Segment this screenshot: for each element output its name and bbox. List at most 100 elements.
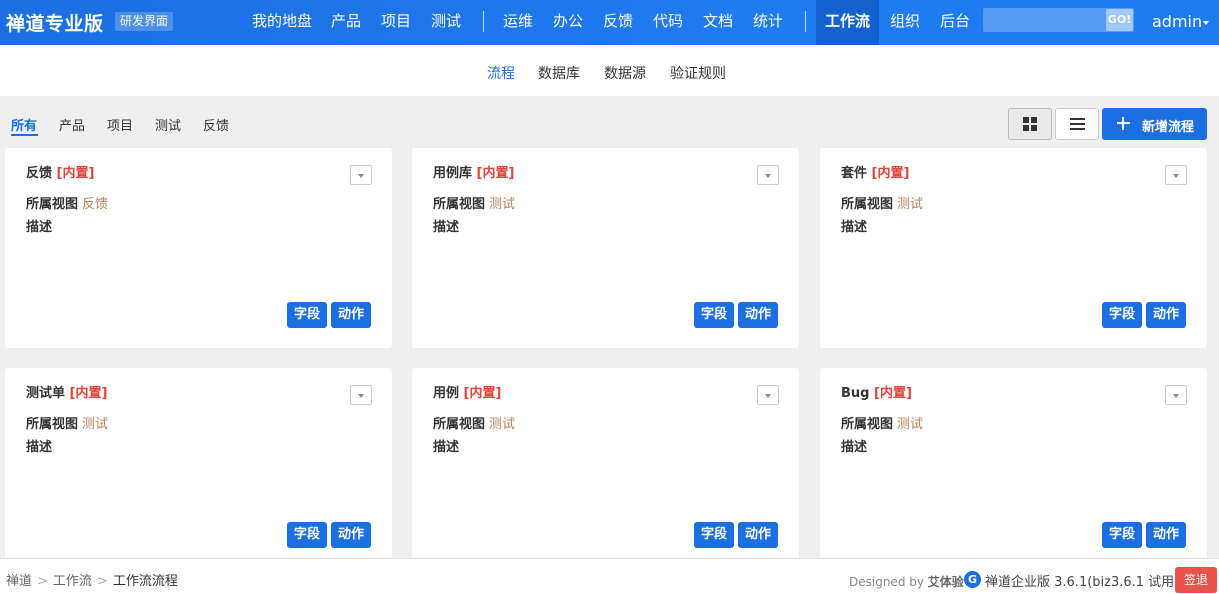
- grid-icon: [1023, 117, 1038, 132]
- flow-name: 用例库: [433, 166, 473, 181]
- desc-row: 描述: [433, 216, 459, 235]
- breadcrumb-separator: >: [96, 574, 108, 589]
- designer-link[interactable]: 艾体验: [928, 575, 964, 589]
- builtin-tag: [内置]: [56, 166, 95, 181]
- card-menu-button[interactable]: [757, 385, 779, 405]
- edition-badge[interactable]: 研发界面: [115, 12, 174, 31]
- fields-button[interactable]: 字段: [286, 522, 327, 548]
- breadcrumb: 禅道 > 工作流 > 工作流流程: [6, 570, 178, 589]
- chevron-down-icon: [358, 174, 364, 178]
- breadcrumb-separator: >: [37, 574, 48, 589]
- flow-card-title[interactable]: Bug [内置]: [841, 382, 912, 401]
- filter-tab-project[interactable]: 项目: [107, 115, 133, 134]
- search-go-button[interactable]: GO!: [1106, 9, 1133, 31]
- search-input[interactable]: [983, 8, 1105, 32]
- desc-label: 描述: [841, 220, 868, 235]
- subnav-item-database[interactable]: 数据库: [538, 63, 580, 83]
- nav-divider: [805, 11, 806, 32]
- flow-card-title[interactable]: 套件 [内置]: [841, 162, 909, 181]
- desc-label: 描述: [841, 440, 868, 455]
- nav-item-stats[interactable]: 统计: [753, 0, 783, 45]
- add-flow-button[interactable]: 新增流程: [1102, 108, 1207, 140]
- flow-card-title[interactable]: 用例 [内置]: [433, 382, 501, 401]
- filter-tab-all[interactable]: 所有: [11, 115, 37, 134]
- nav-item-my[interactable]: 我的地盘: [252, 0, 312, 45]
- card-menu-button[interactable]: [350, 385, 372, 405]
- nav-item-product[interactable]: 产品: [331, 0, 361, 45]
- designed-by: Designed by 艾体验: [849, 573, 964, 590]
- fields-button[interactable]: 字段: [693, 522, 734, 548]
- actions-button[interactable]: 动作: [330, 522, 371, 548]
- nav-item-office[interactable]: 办公: [553, 0, 583, 45]
- view-label: 所属视图: [26, 417, 79, 432]
- nav-item-ops[interactable]: 运维: [503, 0, 533, 45]
- builtin-tag: [内置]: [463, 386, 502, 401]
- view-label: 所属视图: [841, 197, 894, 212]
- nav-item-code[interactable]: 代码: [653, 0, 683, 45]
- search-box: GO!: [983, 8, 1134, 32]
- view-row: 所属视图 反馈: [26, 193, 108, 212]
- breadcrumb-item-home[interactable]: 禅道: [6, 574, 32, 589]
- builtin-tag: [内置]: [874, 386, 912, 401]
- desc-row: 描述: [26, 216, 52, 235]
- filter-tab-feedback[interactable]: 反馈: [203, 115, 229, 134]
- desc-label: 描述: [26, 440, 53, 455]
- actions-button[interactable]: 动作: [737, 302, 778, 328]
- card-menu-button[interactable]: [1165, 385, 1187, 405]
- nav-item-org[interactable]: 组织: [890, 0, 920, 45]
- nav-item-project[interactable]: 项目: [381, 0, 411, 45]
- flow-card: 反馈 [内置] 所属视图 反馈 描述 字段 动作: [5, 148, 392, 348]
- flow-card: 用例库 [内置] 所属视图 测试 描述 字段 动作: [412, 148, 799, 348]
- nav-divider: [483, 11, 484, 32]
- subnav-item-flow[interactable]: 流程: [487, 63, 515, 83]
- logout-button[interactable]: 签退: [1175, 567, 1217, 593]
- filter-tab-product[interactable]: 产品: [59, 115, 85, 134]
- desc-row: 描述: [26, 436, 52, 455]
- nav-item-test[interactable]: 测试: [431, 0, 461, 45]
- fields-button[interactable]: 字段: [1101, 522, 1142, 548]
- user-menu[interactable]: admin: [1152, 0, 1210, 45]
- subnav-item-datasource[interactable]: 数据源: [604, 63, 646, 83]
- desc-label: 描述: [433, 220, 460, 235]
- brand-title[interactable]: 禅道专业版: [6, 9, 104, 36]
- actions-button[interactable]: 动作: [330, 302, 371, 328]
- plus-icon: [1117, 117, 1130, 130]
- actions-button[interactable]: 动作: [1145, 302, 1186, 328]
- version-link[interactable]: 禅道企业版 3.6.1(biz3.6.1 试用): [985, 571, 1179, 590]
- flow-card: 测试单 [内置] 所属视图 测试 描述 字段 动作: [5, 368, 392, 568]
- chevron-down-icon: [358, 394, 364, 398]
- card-menu-button[interactable]: [757, 165, 779, 185]
- builtin-tag: [内置]: [69, 386, 108, 401]
- fields-button[interactable]: 字段: [286, 302, 327, 328]
- fields-button[interactable]: 字段: [1101, 302, 1142, 328]
- card-menu-button[interactable]: [350, 165, 372, 185]
- view-row: 所属视图 测试: [433, 413, 515, 432]
- nav-item-admin[interactable]: 后台: [940, 0, 970, 45]
- filter-tab-test[interactable]: 测试: [155, 115, 181, 134]
- view-label: 所属视图: [841, 417, 894, 432]
- desc-label: 描述: [26, 220, 53, 235]
- breadcrumb-item-current: 工作流流程: [112, 574, 178, 589]
- builtin-tag: [内置]: [476, 166, 515, 181]
- flow-name: Bug: [841, 386, 870, 401]
- top-header: 禅道专业版 研发界面 我的地盘 产品 项目 测试 运维 办公 反馈 代码 文档 …: [0, 0, 1219, 45]
- actions-button[interactable]: 动作: [1145, 522, 1186, 548]
- nav-item-doc[interactable]: 文档: [703, 0, 733, 45]
- flow-card-title[interactable]: 反馈 [内置]: [26, 162, 94, 181]
- grid-view-button[interactable]: [1008, 108, 1052, 140]
- breadcrumb-item-workflow[interactable]: 工作流: [53, 574, 92, 589]
- fields-button[interactable]: 字段: [693, 302, 734, 328]
- view-row: 所属视图 测试: [841, 413, 923, 432]
- subnav-item-rules[interactable]: 验证规则: [670, 63, 726, 83]
- list-view-button[interactable]: [1055, 108, 1099, 140]
- nav-item-workflow[interactable]: 工作流: [816, 0, 880, 45]
- flow-name: 套件: [841, 166, 868, 181]
- chevron-down-icon: [1173, 394, 1179, 398]
- view-value: 测试: [897, 197, 924, 212]
- nav-item-feedback[interactable]: 反馈: [603, 0, 633, 45]
- flow-card-title[interactable]: 用例库 [内置]: [433, 162, 514, 181]
- flow-card: 用例 [内置] 所属视图 测试 描述 字段 动作: [412, 368, 799, 568]
- flow-card-title[interactable]: 测试单 [内置]: [26, 382, 107, 401]
- card-menu-button[interactable]: [1165, 165, 1187, 185]
- actions-button[interactable]: 动作: [737, 522, 778, 548]
